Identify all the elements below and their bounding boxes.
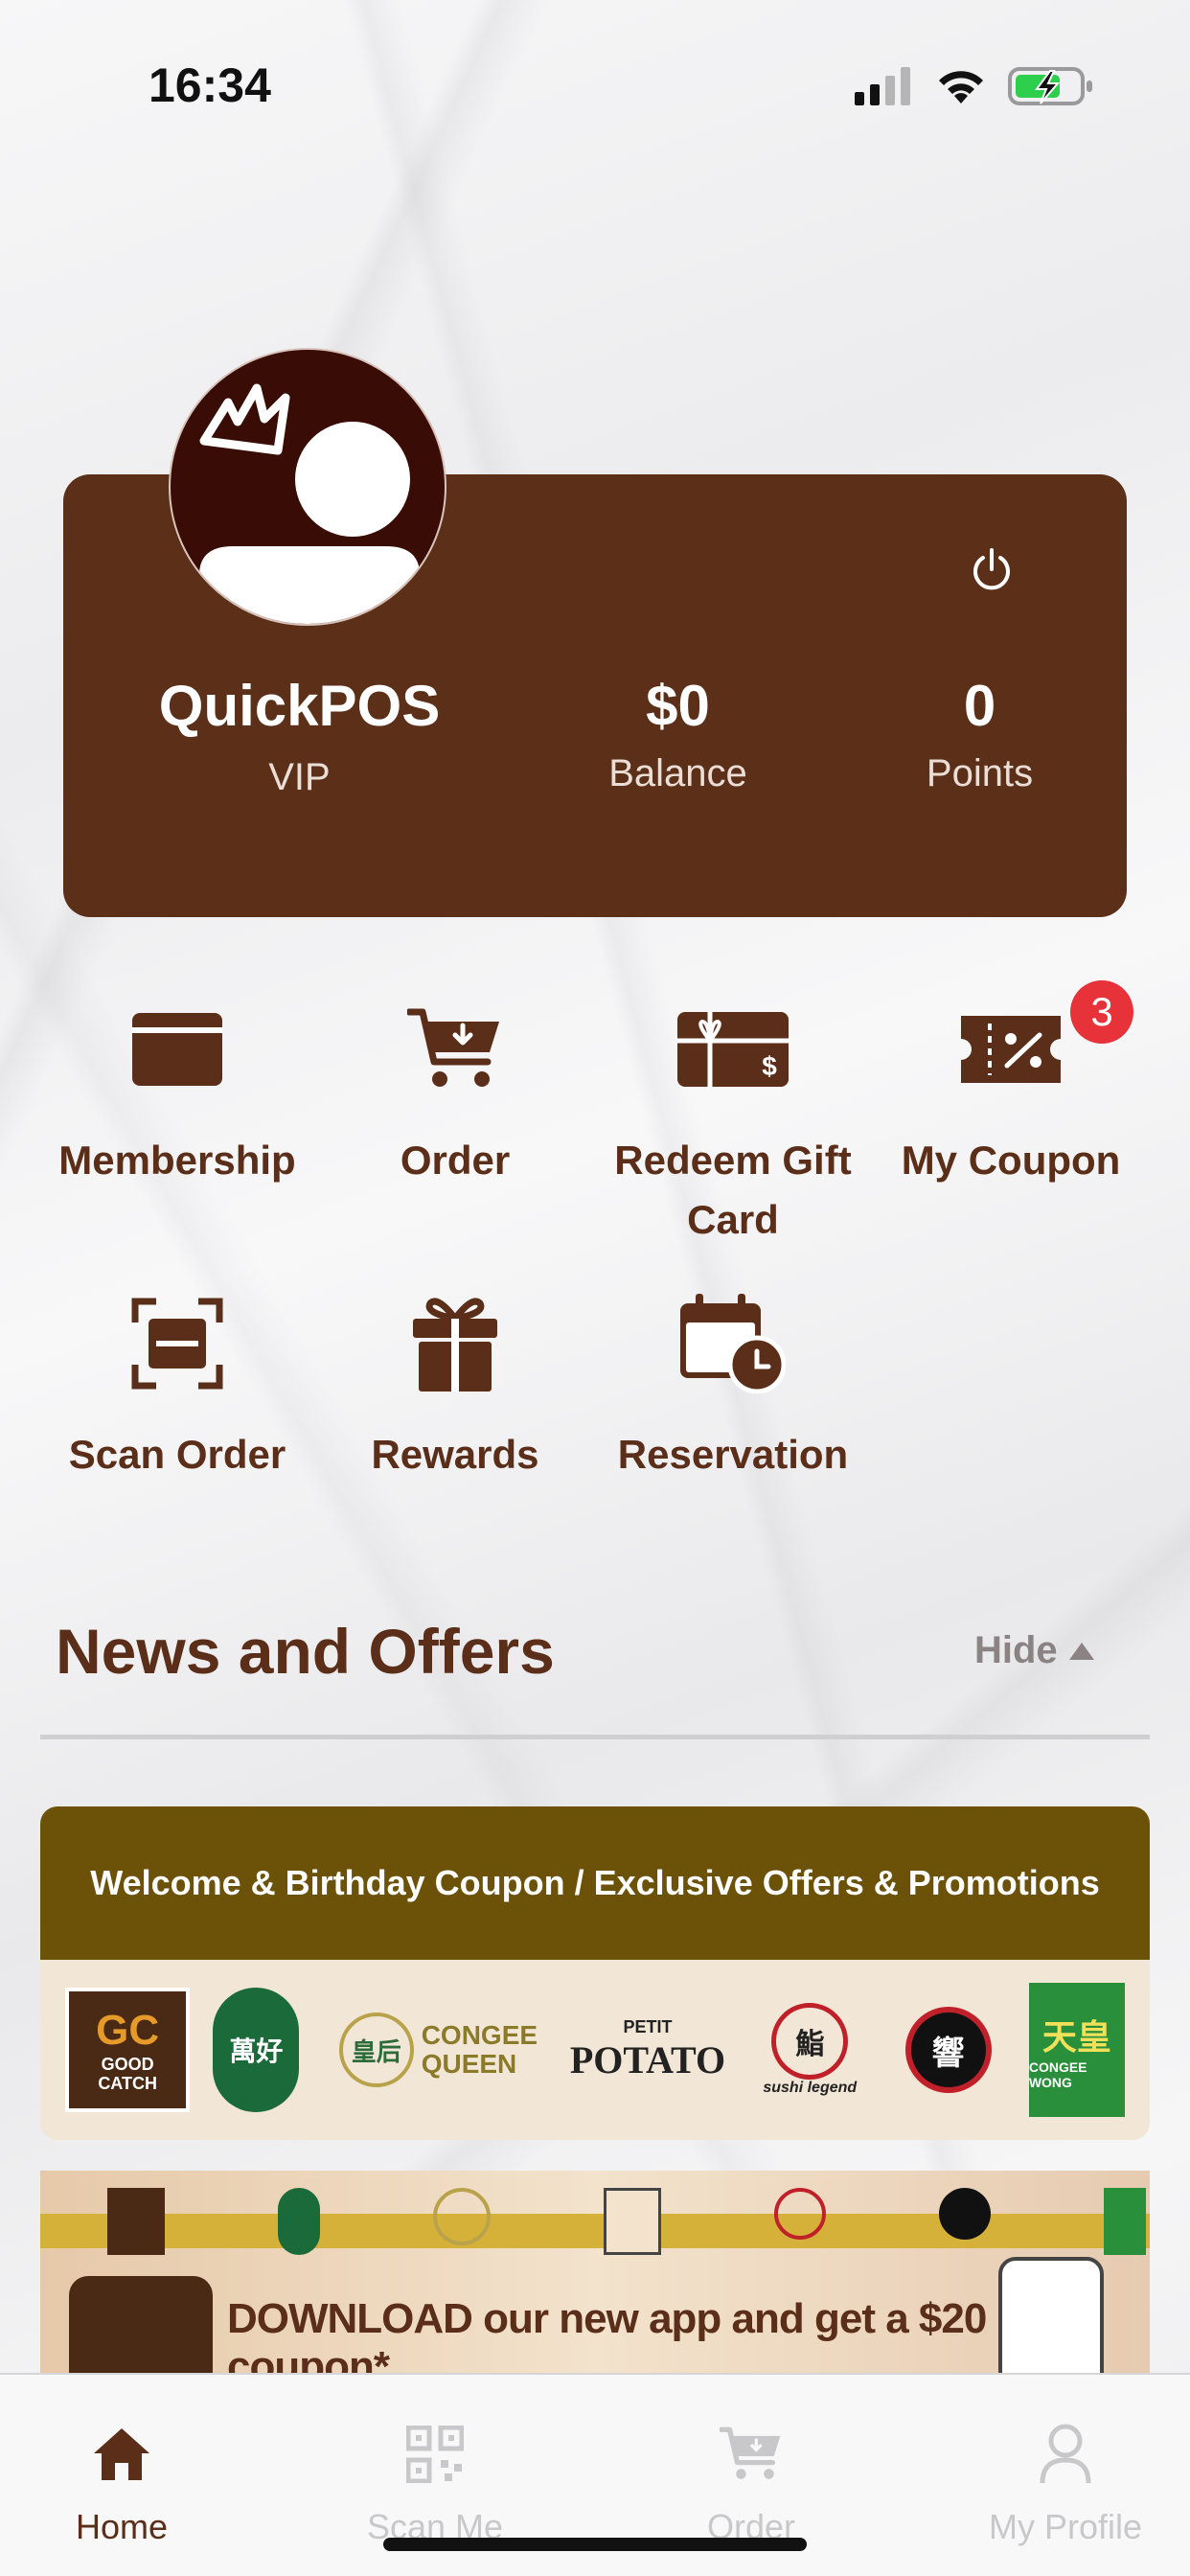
gift-icon: [413, 1298, 497, 1392]
status-icons: [855, 65, 1094, 107]
tab-my-profile[interactable]: My Profile: [941, 2421, 1190, 2547]
banner-side-logo: [69, 2276, 213, 2381]
congee-wong-name: CONGEE WONG: [1028, 2059, 1087, 2090]
phone-mockup: [998, 2257, 1104, 2381]
congee-wong-logo: 天皇 CONGEE WONG: [1028, 1983, 1125, 2117]
good-catch-logo: GC GOOD CATCH: [65, 1988, 191, 2112]
download-app-promo-banner[interactable]: DOWNLOAD our new app and get a $20 coupo…: [40, 2171, 1150, 2381]
balance-value: $0: [646, 674, 710, 738]
congee-queen-name: CONGEE QUEEN: [421, 2020, 538, 2079]
qr-icon: [406, 2426, 464, 2483]
action-reservation[interactable]: Reservation: [589, 1291, 877, 1484]
action-label: Redeem Gift Card: [614, 1138, 852, 1242]
gift-card-icon: $: [677, 1012, 789, 1087]
tab-label: Home: [75, 2507, 169, 2546]
points-label: Points: [926, 752, 1034, 794]
action-label: Order: [400, 1138, 511, 1183]
tab-scan-me[interactable]: Scan Me: [310, 2421, 560, 2547]
svg-text:$: $: [762, 1051, 777, 1081]
balance-stat[interactable]: $0 Balance: [556, 673, 800, 795]
power-icon[interactable]: [968, 546, 1016, 594]
cart-icon: [720, 2426, 781, 2479]
status-bar: 16:34: [0, 0, 1190, 144]
action-label: Scan Order: [68, 1432, 286, 1477]
home-indicator: [383, 2538, 807, 2551]
hide-news-button[interactable]: Hide: [974, 1629, 1096, 1672]
welcome-offers-banner[interactable]: Welcome & Birthday Coupon / Exclusive Of…: [40, 1806, 1150, 2140]
calendar-clock-icon: [680, 1294, 786, 1393]
battery-charging-icon: [1008, 67, 1092, 105]
scan-icon: [131, 1298, 223, 1390]
action-label: Rewards: [371, 1432, 539, 1477]
tab-order[interactable]: Order: [627, 2421, 876, 2547]
wifi-icon: [939, 71, 983, 104]
banner-logo-row: [107, 2188, 1146, 2255]
action-label: Reservation: [617, 1432, 849, 1477]
person-icon: [1040, 2424, 1091, 2484]
congee-queen-logo: 皇后 CONGEE QUEEN: [323, 1988, 543, 2112]
petit-potato-name: POTATO: [569, 2038, 726, 2082]
tab-home[interactable]: Home: [0, 2421, 246, 2547]
brand-logo-strip: GC GOOD CATCH 萬好 皇后 CONGEE QUEEN PETIT P…: [40, 1960, 1150, 2140]
section-divider: [40, 1735, 1150, 1739]
profile-tier: VIP: [268, 756, 331, 798]
banner-heading: Welcome & Birthday Coupon / Exclusive Of…: [40, 1806, 1150, 1960]
points-stat[interactable]: 0 Points: [858, 673, 1102, 795]
action-membership[interactable]: Membership: [34, 997, 321, 1190]
coupon-icon: [961, 1016, 1061, 1083]
avatar[interactable]: [169, 348, 446, 626]
balance-label: Balance: [608, 752, 747, 794]
action-redeem-gift-card[interactable]: $ Redeem Gift Card: [589, 997, 877, 1250]
home-icon: [94, 2428, 149, 2480]
action-scan-order[interactable]: Scan Order: [34, 1291, 321, 1484]
wanhao-logo: 萬好: [213, 1988, 300, 2112]
petit-word: PETIT: [623, 2017, 673, 2036]
points-value: 0: [963, 674, 996, 738]
crowned-user-icon: [199, 383, 420, 624]
profile-name: QuickPOS: [158, 674, 441, 738]
sushi-legend-name: sushi legend: [763, 2080, 858, 2096]
status-time: 16:34: [149, 58, 271, 112]
sushi-legend-logo: 鮨 sushi legend: [752, 1988, 867, 2112]
action-order[interactable]: Order: [311, 997, 599, 1190]
news-section-title: News and Offers: [56, 1616, 555, 1687]
hide-label: Hide: [974, 1629, 1058, 1671]
action-label: Membership: [58, 1138, 296, 1183]
coupon-count-badge: 3: [1070, 980, 1133, 1044]
tab-label: My Profile: [988, 2507, 1143, 2546]
cart-icon: [407, 1008, 499, 1087]
petit-potato-logo: PETIT POTATO: [566, 1988, 729, 2112]
profile-name-block: QuickPOS VIP: [144, 673, 455, 799]
gyu-kyou-logo: 響: [891, 1988, 1006, 2112]
action-rewards[interactable]: Rewards: [311, 1291, 599, 1484]
action-label: My Coupon: [901, 1138, 1121, 1183]
signal-icon: [855, 67, 910, 105]
card-icon: [132, 1013, 222, 1086]
caret-up-icon: [1068, 1642, 1094, 1660]
good-catch-name: GOOD CATCH: [98, 2055, 157, 2093]
